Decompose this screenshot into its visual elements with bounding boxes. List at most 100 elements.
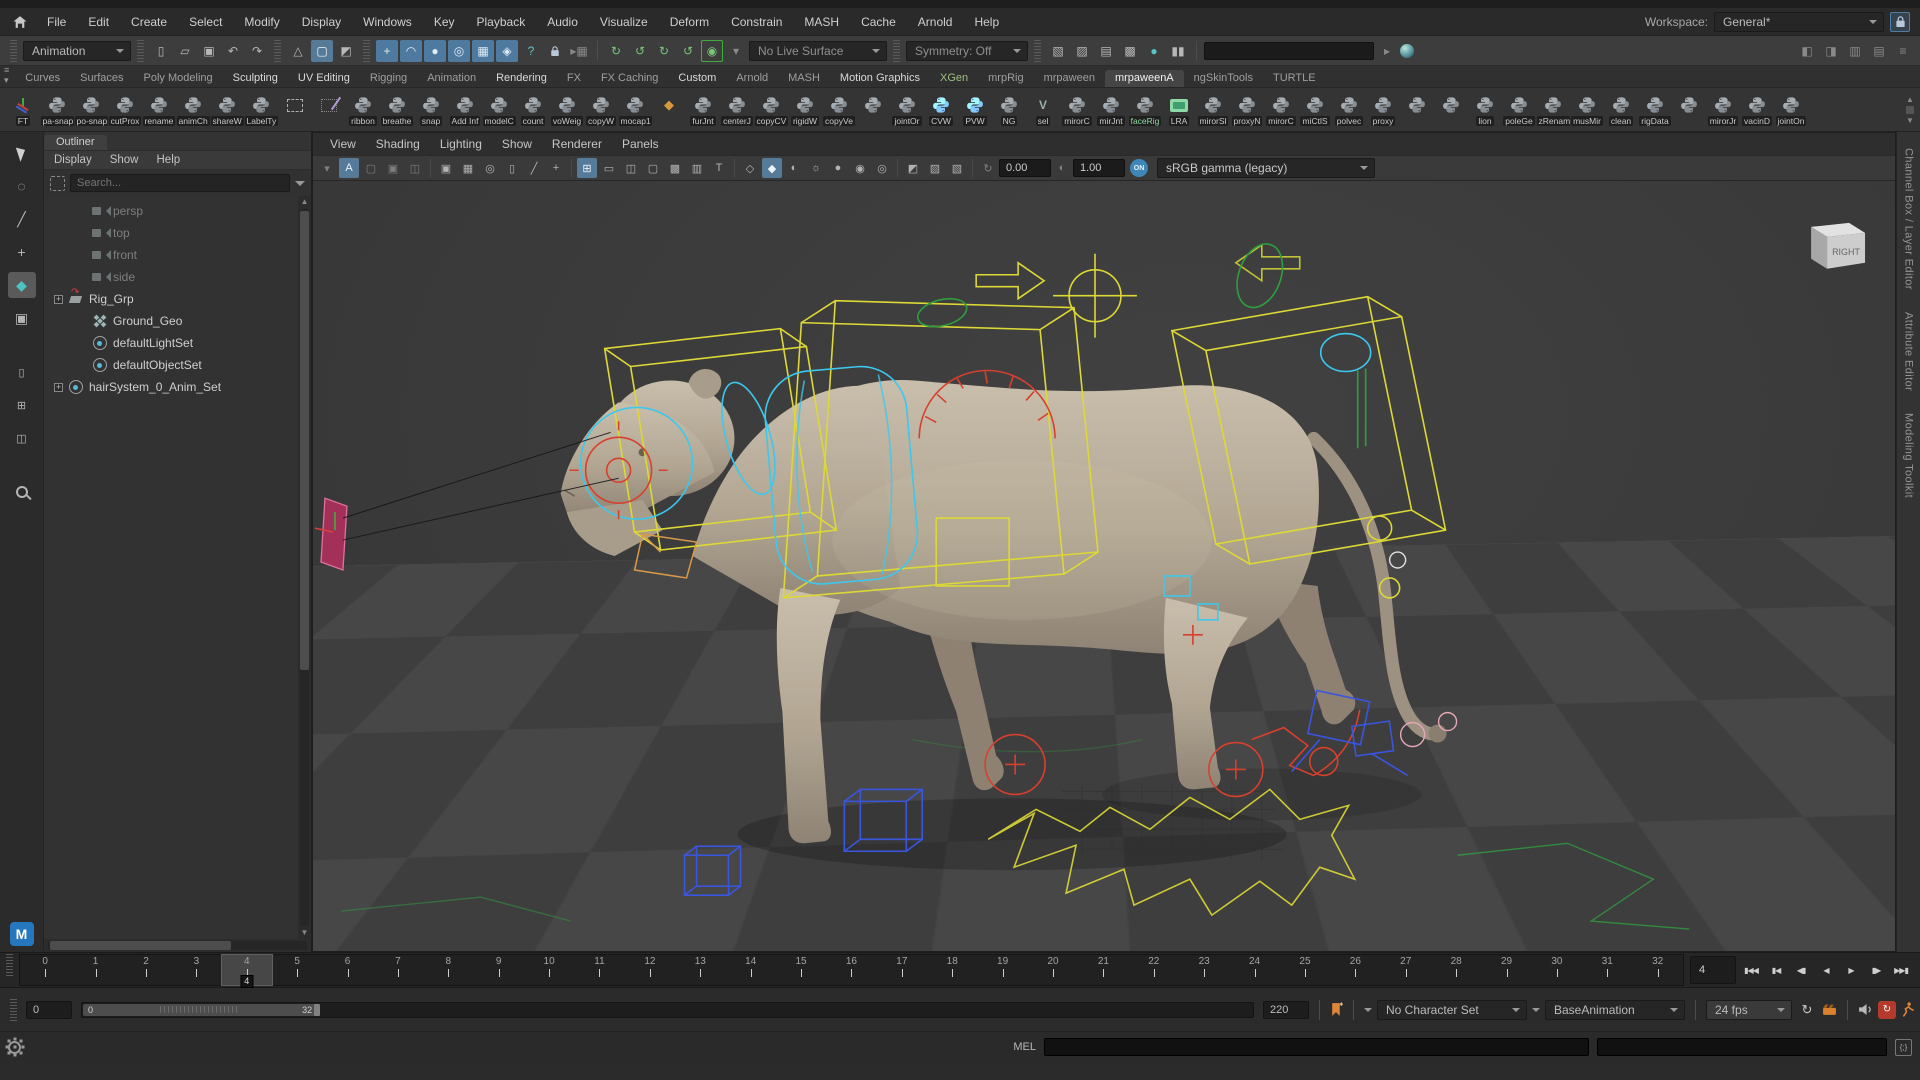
timeline-tick[interactable]: 5 bbox=[272, 955, 322, 985]
shelf-item-pa-snap[interactable]: pa-snap bbox=[40, 93, 74, 126]
statusline-grip[interactable] bbox=[10, 40, 17, 62]
shelf-tab-ngskintools[interactable]: ngSkinTools bbox=[1184, 70, 1263, 87]
statusline-grip-5[interactable] bbox=[893, 40, 900, 62]
snap-curve-icon[interactable]: ◠ bbox=[400, 40, 422, 62]
snap-align-icon[interactable]: ◉ bbox=[701, 40, 723, 62]
toggle-single-pane-icon[interactable]: ◨ bbox=[1820, 40, 1842, 62]
isolate-select-icon[interactable]: ◩ bbox=[903, 158, 923, 178]
safe-action-icon[interactable]: ▥ bbox=[687, 158, 707, 178]
timeline-tick[interactable]: 25 bbox=[1280, 955, 1330, 985]
outliner-tree[interactable]: persp top front bbox=[44, 196, 298, 939]
shelf-item-modelc[interactable]: modelC bbox=[482, 93, 516, 126]
outliner-menu-item[interactable]: Show bbox=[110, 154, 139, 166]
current-frame-field[interactable]: 4 bbox=[1690, 956, 1736, 984]
viewport-menu-item[interactable]: Panels bbox=[613, 137, 668, 151]
outliner-vertical-scrollbar[interactable]: ▲ ▼ bbox=[298, 196, 311, 939]
go-to-start-button[interactable]: ▮◀◀ bbox=[1740, 959, 1762, 981]
menu-item[interactable]: Cache bbox=[850, 15, 907, 29]
symmetry-field[interactable]: Symmetry: Off bbox=[906, 41, 1028, 61]
timeline-tick[interactable]: 17 bbox=[877, 955, 927, 985]
safe-title-icon[interactable]: T bbox=[709, 158, 729, 178]
scroll-down-icon[interactable]: ▼ bbox=[301, 928, 309, 938]
shelf-tab-xgen[interactable]: XGen bbox=[930, 70, 978, 87]
shelf-tab-curves[interactable]: Curves bbox=[15, 70, 70, 87]
shelf-item-labelty[interactable]: LabelTy bbox=[244, 93, 278, 126]
play-backwards-button[interactable]: ◀ bbox=[1815, 959, 1837, 981]
gamma-field[interactable]: 1.00 bbox=[1073, 159, 1125, 177]
timeline-tick[interactable]: 31 bbox=[1582, 955, 1632, 985]
shelf-item-pvw[interactable]: PVW bbox=[958, 93, 992, 126]
timeline-tick[interactable]: 13 bbox=[675, 955, 725, 985]
shelf-item-python-1[interactable] bbox=[856, 93, 890, 126]
shelf-item-sharew[interactable]: shareW bbox=[210, 93, 244, 126]
viewport-menu-item[interactable]: Renderer bbox=[543, 137, 611, 151]
shelf-item-rename[interactable]: rename bbox=[142, 93, 176, 126]
timeline-tick[interactable]: 19 bbox=[977, 955, 1027, 985]
filter-icon[interactable] bbox=[50, 176, 65, 191]
shelf-tab-poly-modeling[interactable]: Poly Modeling bbox=[134, 70, 223, 87]
outliner-title[interactable]: Outliner bbox=[44, 135, 107, 150]
rangebar-grip[interactable] bbox=[10, 999, 17, 1021]
pause-icon[interactable]: ▮▮ bbox=[1167, 40, 1189, 62]
timeline-tick[interactable]: 29 bbox=[1481, 955, 1531, 985]
new-scene-icon[interactable]: ▯ bbox=[150, 40, 172, 62]
timeline-tick[interactable]: 32 bbox=[1633, 955, 1683, 985]
shelf-item-python-3[interactable] bbox=[1434, 93, 1468, 126]
menu-item[interactable]: Windows bbox=[352, 15, 423, 29]
shelf-tab-arnold[interactable]: Arnold bbox=[726, 70, 778, 87]
shelf-menu-icon[interactable]: ≡ bbox=[4, 66, 9, 75]
shelf-tab-mrpaweena[interactable]: mrpaweenA bbox=[1105, 70, 1184, 87]
toggle-outliner-panel-icon[interactable]: ◧ bbox=[1796, 40, 1818, 62]
select-object-icon[interactable]: ▢ bbox=[311, 40, 333, 62]
snap-grid-icon[interactable]: + bbox=[376, 40, 398, 62]
script-editor-icon[interactable]: {;} bbox=[1895, 1039, 1912, 1056]
paint-select-tool[interactable]: ╱ bbox=[8, 206, 36, 232]
quick-rename-field[interactable] bbox=[1204, 42, 1374, 60]
shelf-item-cvw[interactable]: CVW bbox=[924, 93, 958, 126]
outliner-item-side[interactable]: side bbox=[44, 266, 298, 288]
toggle-attribute-editor-icon[interactable]: ▤ bbox=[1868, 40, 1890, 62]
shelf-item-mocap1[interactable]: mocap1 bbox=[618, 93, 652, 126]
timeline-tick[interactable]: 10 bbox=[524, 955, 574, 985]
timeline-tick[interactable]: 23 bbox=[1179, 955, 1229, 985]
move-tool[interactable]: + bbox=[8, 239, 36, 265]
view-cube[interactable]: RIGHT bbox=[1811, 223, 1865, 269]
outliner-search-input[interactable] bbox=[70, 174, 290, 192]
timeline-tick[interactable]: 20 bbox=[1028, 955, 1078, 985]
home-icon[interactable] bbox=[12, 15, 28, 29]
menu-item[interactable]: Help bbox=[963, 15, 1010, 29]
render-settings-icon[interactable]: ▤ bbox=[1095, 40, 1117, 62]
shelf-item-python-2[interactable] bbox=[1400, 93, 1434, 126]
wireframe-icon[interactable]: ◇ bbox=[740, 158, 760, 178]
timeline-tick[interactable]: 30 bbox=[1532, 955, 1582, 985]
pan-zoom-icon[interactable]: + bbox=[546, 158, 566, 178]
lock-camera-icon[interactable]: ▦ bbox=[458, 158, 478, 178]
shelf-item-mictls[interactable]: miCtlS bbox=[1298, 93, 1332, 126]
exposure-field[interactable]: 0.00 bbox=[999, 159, 1051, 177]
shelf-item-mirorjr[interactable]: mirorJr bbox=[1706, 93, 1740, 126]
select-hierarchy-icon[interactable]: △ bbox=[287, 40, 309, 62]
outliner-item-rig-grp[interactable]: + Rig_Grp bbox=[44, 288, 298, 310]
outliner-horizontal-scrollbar[interactable] bbox=[44, 939, 311, 952]
timeline-grip[interactable] bbox=[6, 954, 13, 976]
step-back-frame-button[interactable]: ◀▮ bbox=[1790, 959, 1812, 981]
shelf-tab-rendering[interactable]: Rendering bbox=[486, 70, 557, 87]
shelf-item-po-snap[interactable]: po-snap bbox=[74, 93, 108, 126]
character-set-menu-icon[interactable] bbox=[1364, 1008, 1372, 1016]
zoom-tool[interactable] bbox=[8, 479, 36, 505]
outliner-menu-item[interactable]: Help bbox=[157, 154, 181, 166]
camera-attributes-icon[interactable]: ◎ bbox=[480, 158, 500, 178]
hscroll-thumb[interactable] bbox=[50, 941, 231, 950]
construction-history-4-icon[interactable]: ↺ bbox=[677, 40, 699, 62]
shelf-tab-mash[interactable]: MASH bbox=[778, 70, 830, 87]
history-dropdown-icon[interactable]: ▾ bbox=[725, 40, 747, 62]
timeline-tick[interactable]: 21 bbox=[1078, 955, 1128, 985]
statusline-grip-2[interactable] bbox=[137, 40, 144, 62]
timeline-tick[interactable]: 11 bbox=[574, 955, 624, 985]
outliner-item-front[interactable]: front bbox=[44, 244, 298, 266]
make-live-icon[interactable]: ◈ bbox=[496, 40, 518, 62]
outliner-menu-item[interactable]: Display bbox=[54, 154, 92, 166]
shelf-item-proxy[interactable]: proxy bbox=[1366, 93, 1400, 126]
timeline-tick[interactable]: 18 bbox=[927, 955, 977, 985]
shelf-gear-icon[interactable]: ▾ bbox=[4, 76, 9, 85]
